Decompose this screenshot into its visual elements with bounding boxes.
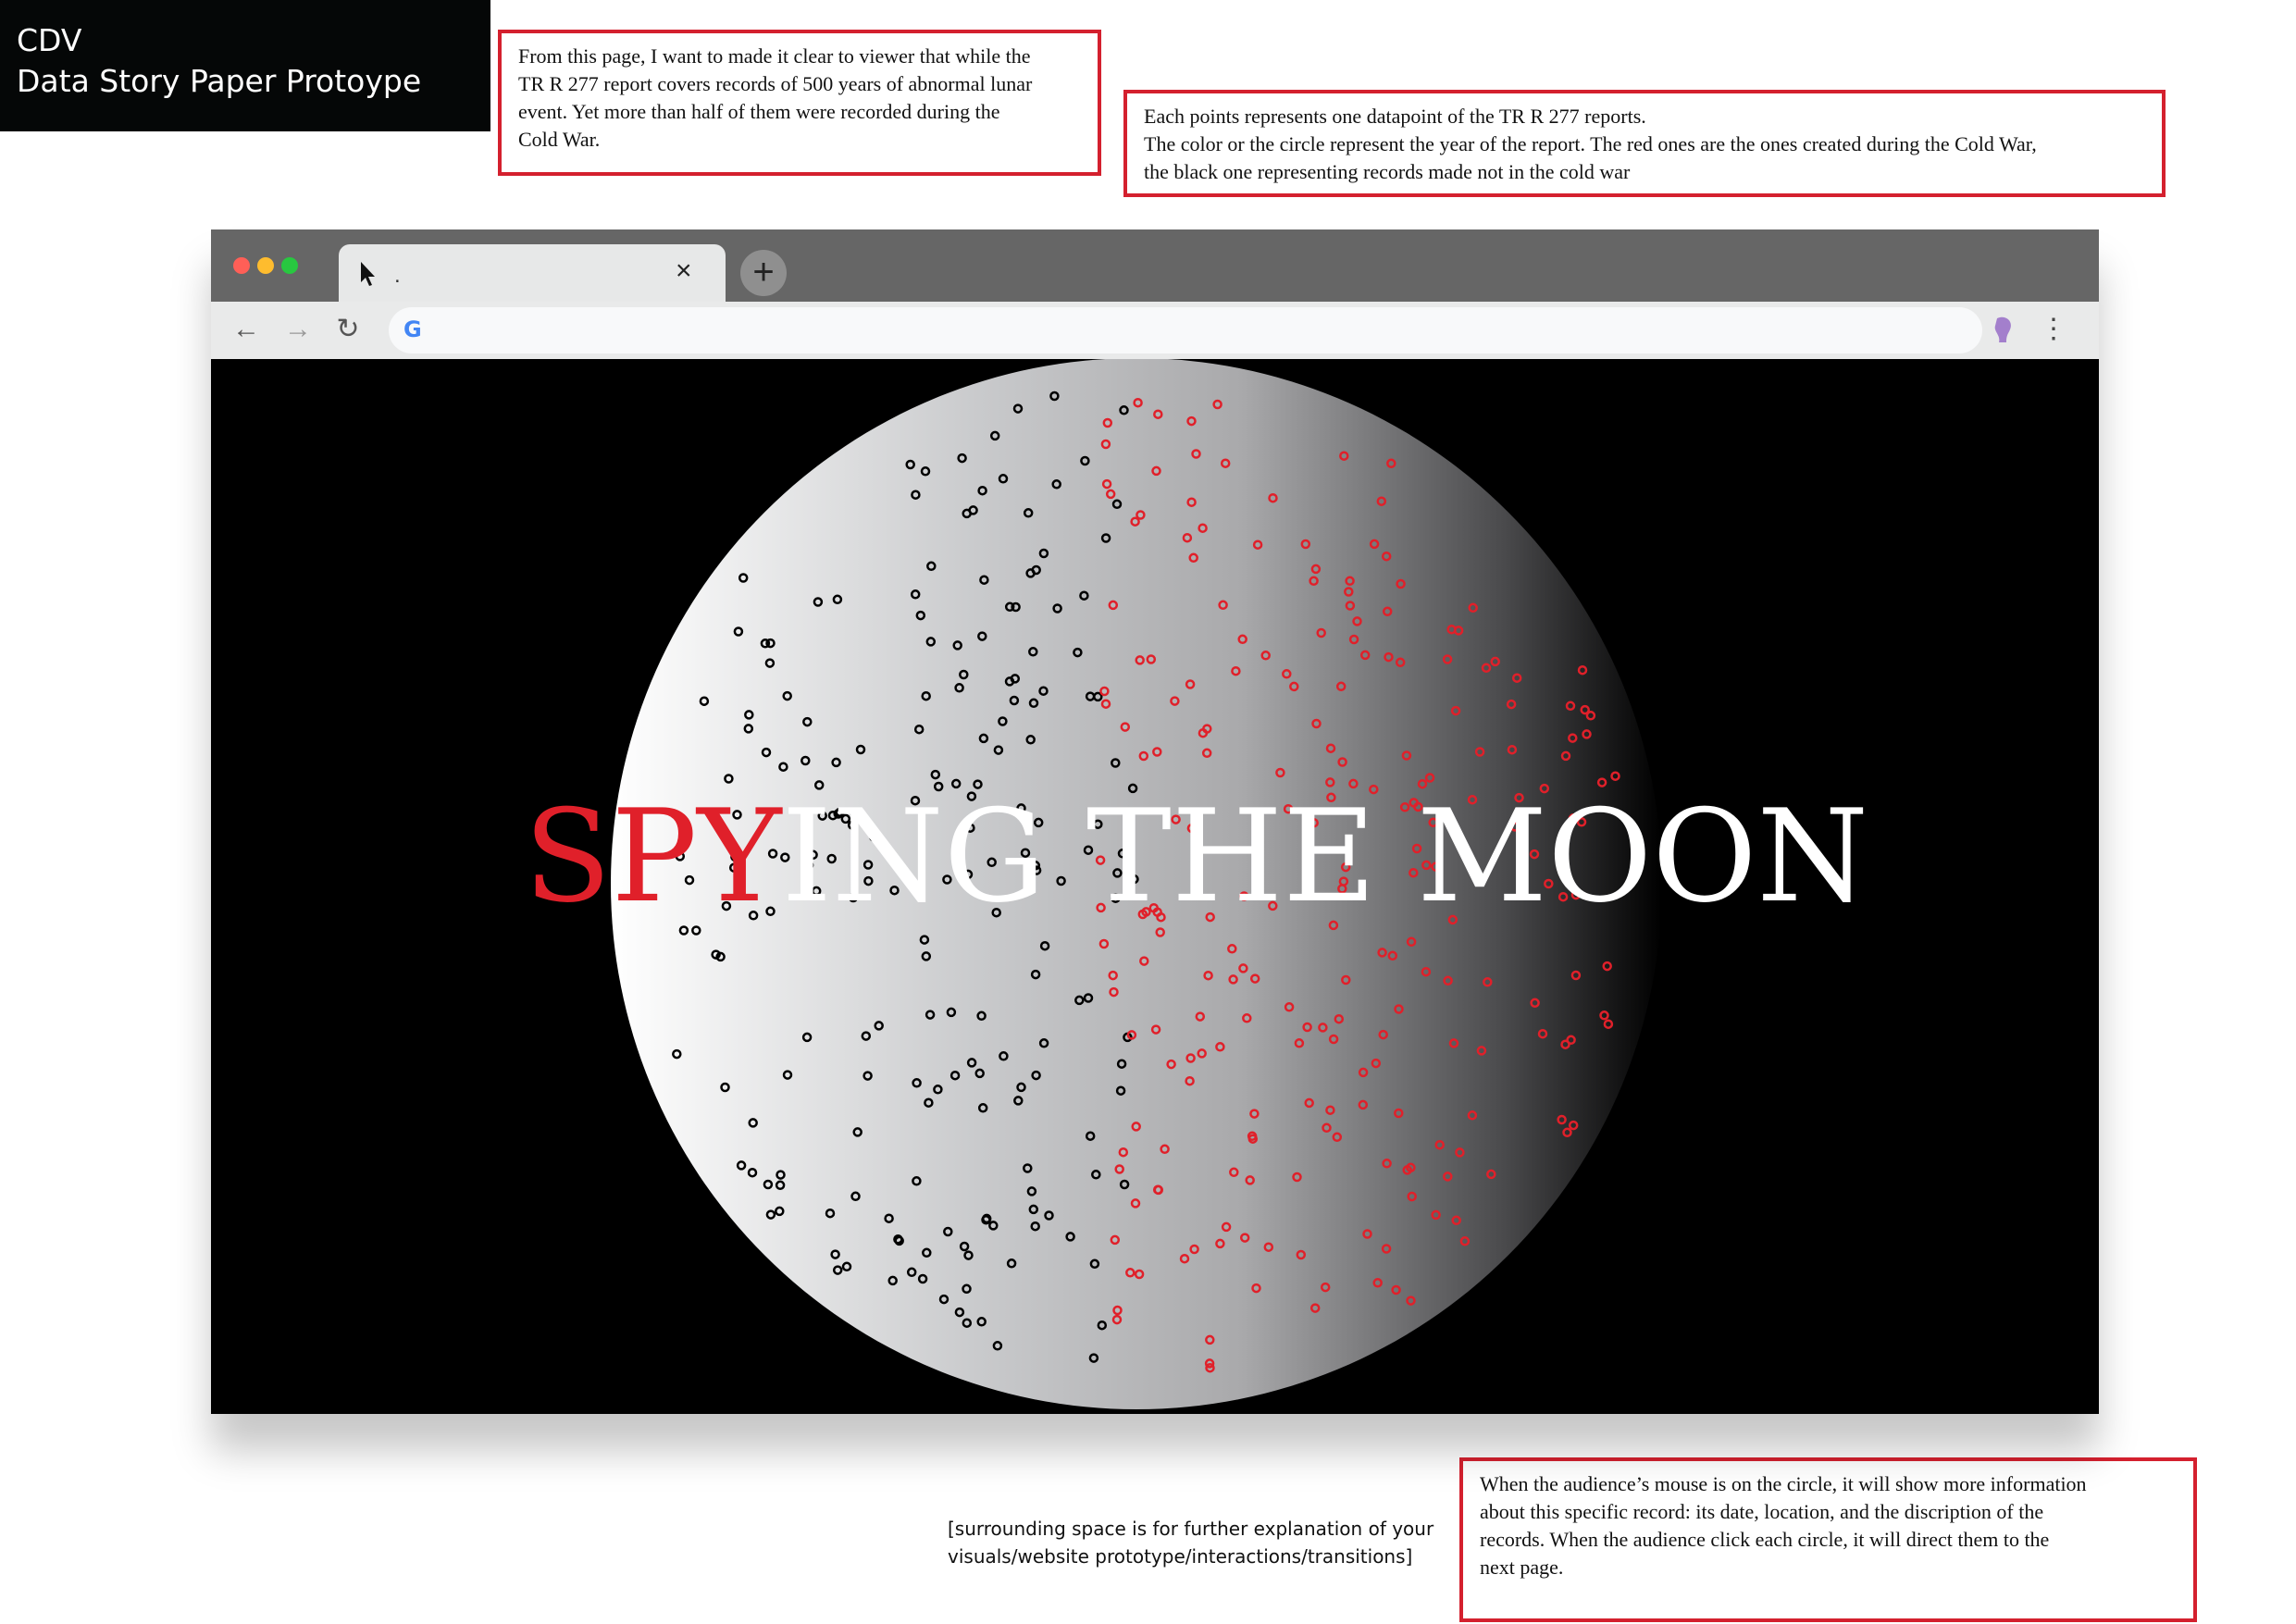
new-tab-button[interactable]: + [740,250,787,296]
browser-window: . × + ← → ↻ G ⋮ SPYING THE MOON [211,229,2099,1414]
address-bar[interactable]: G [389,307,1982,353]
note-intro: From this page, I want to made it clear … [498,30,1101,176]
minimize-window-icon[interactable] [257,257,274,274]
back-button[interactable]: ← [228,311,265,348]
browser-menu-button[interactable]: ⋮ [2040,311,2067,348]
tab-close-button[interactable]: × [676,255,692,287]
caption: [surrounding space is for further explan… [948,1518,1434,1568]
profile-icon[interactable] [1992,315,2017,346]
reload-button[interactable]: ↻ [329,311,366,348]
maximize-window-icon[interactable] [281,257,298,274]
browser-toolbar: ← → ↻ G ⋮ [211,302,2099,360]
note-legend: Each points represents one datapoint of … [1123,90,2166,197]
page-title-rest: ING THE MOON [782,782,1869,931]
title-line-1: CDV [17,22,82,58]
close-window-icon[interactable] [233,257,250,274]
title-line-2: Data Story Paper Protoype [17,63,422,99]
moon-visualization: SPYING THE MOON [524,359,1868,1409]
tab-title: . [394,263,401,288]
title-block: CDV Data Story Paper Protoype [0,0,490,131]
page-title-highlight: SPY [524,782,783,931]
note-interaction: When the audience’s mouse is on the circ… [1459,1457,2197,1622]
browser-tab[interactable]: . × [339,244,726,302]
tab-bar: . × + [211,229,2099,302]
page-viewport: SPYING THE MOON [211,359,2099,1414]
cursor-icon [361,262,375,286]
google-icon: G [403,316,422,342]
forward-button[interactable]: → [279,311,316,348]
page-title: SPYING THE MOON [524,782,1868,931]
